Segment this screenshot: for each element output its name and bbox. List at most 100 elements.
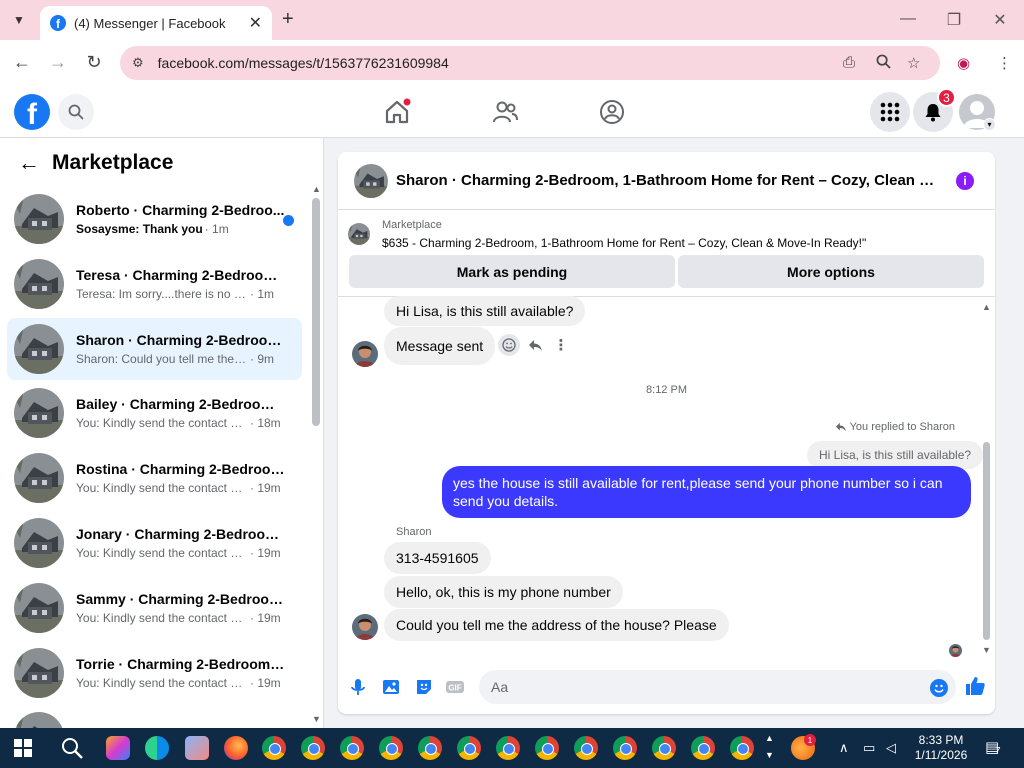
volume-icon[interactable]: ◁ xyxy=(886,740,896,756)
preview-text: You: Kindly send the contact num... xyxy=(76,610,248,625)
tab-close-icon[interactable]: ✕ xyxy=(249,13,262,33)
sharon-avatar[interactable] xyxy=(352,341,378,367)
network-icon[interactable]: ▭ xyxy=(863,740,875,756)
taskbar-search-icon[interactable] xyxy=(60,736,84,760)
edge-icon[interactable] xyxy=(145,736,169,760)
paint-icon[interactable] xyxy=(185,736,209,760)
listing-summary[interactable]: Marketplace $635 - Charming 2-Bedroom, 1… xyxy=(348,218,988,254)
address-bar[interactable]: ⚙ facebook.com/messages/t/15637762316099… xyxy=(120,46,940,80)
firefox-icon[interactable] xyxy=(224,736,248,760)
conversation-name: Sammy · Charming 2-Bedroom, ... xyxy=(76,590,286,607)
reply-icon[interactable] xyxy=(524,334,546,356)
sidebar-scrollbar[interactable] xyxy=(312,198,320,426)
gif-icon[interactable]: GIF xyxy=(445,677,465,697)
friends-icon[interactable] xyxy=(491,98,519,126)
conversation-thumbnail xyxy=(14,712,64,728)
message-bubble[interactable]: 313-4591605 xyxy=(384,542,491,574)
install-app-icon[interactable]: ⎙ xyxy=(843,54,855,71)
quoted-message[interactable]: Hi Lisa, is this still available? xyxy=(807,441,984,469)
message-bubble[interactable]: Message sent xyxy=(384,327,496,365)
mark-as-pending-button[interactable]: Mark as pending xyxy=(349,255,675,288)
restore-button[interactable]: ❐ xyxy=(944,10,964,30)
conversation-name: Rostina · Charming 2-Bedroom, ... xyxy=(76,461,286,478)
chrome-icon[interactable] xyxy=(652,736,676,760)
chrome-icon[interactable] xyxy=(535,736,559,760)
tab-search-button[interactable]: ▼ xyxy=(8,9,30,31)
chrome-icon[interactable] xyxy=(379,736,403,760)
chrome-icon[interactable] xyxy=(691,736,715,760)
menu-button[interactable] xyxy=(870,92,910,132)
browser-tab[interactable]: f (4) Messenger | Facebook ✕ xyxy=(40,6,272,40)
browser-menu-icon[interactable]: ⋮ xyxy=(997,54,1012,72)
reload-button[interactable]: ↻ xyxy=(83,52,105,73)
chat-scroll-up[interactable]: ▲ xyxy=(982,302,991,312)
preview-text: You: Kindly send the contact num... xyxy=(76,481,248,496)
facebook-logo-icon[interactable]: f xyxy=(14,94,50,130)
conversation-item[interactable]: Torrie · Charming 2-Bedroom, 1-... You: K… xyxy=(7,642,302,704)
chrome-icon[interactable] xyxy=(496,736,520,760)
photo-icon[interactable] xyxy=(381,677,401,697)
message-bubble[interactable]: Could you tell me the address of the hou… xyxy=(384,609,729,641)
profile-icon[interactable]: ◉ xyxy=(957,54,970,72)
microphone-icon[interactable] xyxy=(348,677,368,697)
conversation-item[interactable]: Stacey · Charming 2-Bedroom, 1... xyxy=(7,706,302,728)
sidebar-scroll-down[interactable]: ▼ xyxy=(312,714,321,724)
chrome-icon[interactable] xyxy=(340,736,364,760)
info-icon[interactable]: i xyxy=(956,172,974,190)
conversation-item[interactable]: Bailey · Charming 2-Bedroom, 1... You: Ki… xyxy=(7,382,302,444)
more-actions-icon[interactable]: ⋮ xyxy=(550,334,572,356)
minimize-button[interactable]: — xyxy=(898,10,918,28)
conversation-item[interactable]: Teresa · Charming 2-Bedroom, 1... Teresa:… xyxy=(7,253,302,315)
conversation-text: Teresa · Charming 2-Bedroom, 1... Teresa:… xyxy=(76,267,286,301)
chrome-icon[interactable] xyxy=(262,736,286,760)
message-bubble[interactable]: Hi Lisa, is this still available? xyxy=(384,296,586,326)
show-hidden-icons[interactable]: ∧ xyxy=(839,740,849,756)
site-info-icon[interactable]: ⚙ xyxy=(132,55,144,71)
bookmark-star-icon[interactable]: ☆ xyxy=(907,54,920,72)
chrome-icon[interactable] xyxy=(613,736,637,760)
conversation-item[interactable]: Rostina · Charming 2-Bedroom, ... You: Ki… xyxy=(7,447,302,509)
new-tab-button[interactable]: + xyxy=(282,8,294,31)
taskbar-overflow-arrows[interactable]: ▲ ▼ xyxy=(765,730,774,764)
forward-button[interactable]: → xyxy=(47,52,69,73)
reply-context: You replied to Sharon xyxy=(835,421,955,433)
like-thumbs-up-icon[interactable] xyxy=(964,675,986,697)
sharon-avatar[interactable] xyxy=(352,614,378,640)
close-window-button[interactable]: ✕ xyxy=(990,10,1010,30)
react-emoji-icon[interactable] xyxy=(498,334,520,356)
chrome-icon[interactable] xyxy=(457,736,481,760)
windows-start-icon[interactable] xyxy=(14,739,32,757)
account-chevron-icon[interactable]: ▾ xyxy=(983,118,996,131)
chrome-icon[interactable] xyxy=(574,736,598,760)
notification-count: 7 xyxy=(995,746,1001,757)
chrome-icon[interactable] xyxy=(730,736,754,760)
conversation-item[interactable]: Roberto · Charming 2-Bedroo... Sosaysme: … xyxy=(7,188,302,250)
chrome-icon[interactable] xyxy=(301,736,325,760)
groups-icon[interactable] xyxy=(598,98,626,126)
system-clock[interactable]: 8:33 PM 1/11/2026 xyxy=(913,733,969,763)
chat-scroll-down[interactable]: ▼ xyxy=(982,645,991,655)
home-icon[interactable] xyxy=(383,98,411,126)
emoji-icon[interactable] xyxy=(930,679,948,697)
chat-scrollbar[interactable] xyxy=(983,442,990,640)
conversation-item[interactable]: Sharon · Charming 2-Bedroom, ... Sharon: … xyxy=(7,317,302,380)
chrome-icon[interactable] xyxy=(418,736,442,760)
conversation-thumbnail xyxy=(14,258,64,309)
sidebar-scroll-up[interactable]: ▲ xyxy=(312,184,321,194)
conversation-item[interactable]: Jonary · Charming 2-Bedroom, 1... You: Ki… xyxy=(7,512,302,574)
zoom-icon[interactable] xyxy=(876,54,891,73)
message-bubble[interactable]: Hello, ok, this is my phone number xyxy=(384,576,623,608)
message-input[interactable]: Aa xyxy=(479,670,956,704)
conversation-item[interactable]: Sammy · Charming 2-Bedroom, ... You: Kind… xyxy=(7,577,302,639)
outgoing-message[interactable]: yes the house is still available for ren… xyxy=(442,466,971,518)
chat-listing-thumbnail[interactable] xyxy=(354,163,388,198)
more-options-button[interactable]: More options xyxy=(678,255,984,288)
chat-title[interactable]: Sharon · Charming 2-Bedroom, 1-Bathroom … xyxy=(396,172,941,189)
conversation-name: Teresa · Charming 2-Bedroom, 1... xyxy=(76,266,286,283)
preview-text: Teresa: Im sorry....there is no way i... xyxy=(76,286,248,301)
copilot-icon[interactable] xyxy=(106,736,130,760)
sticker-icon[interactable] xyxy=(414,677,434,697)
back-arrow-icon[interactable]: ← xyxy=(18,150,40,176)
back-button[interactable]: ← xyxy=(11,52,33,73)
search-button[interactable] xyxy=(58,94,94,130)
